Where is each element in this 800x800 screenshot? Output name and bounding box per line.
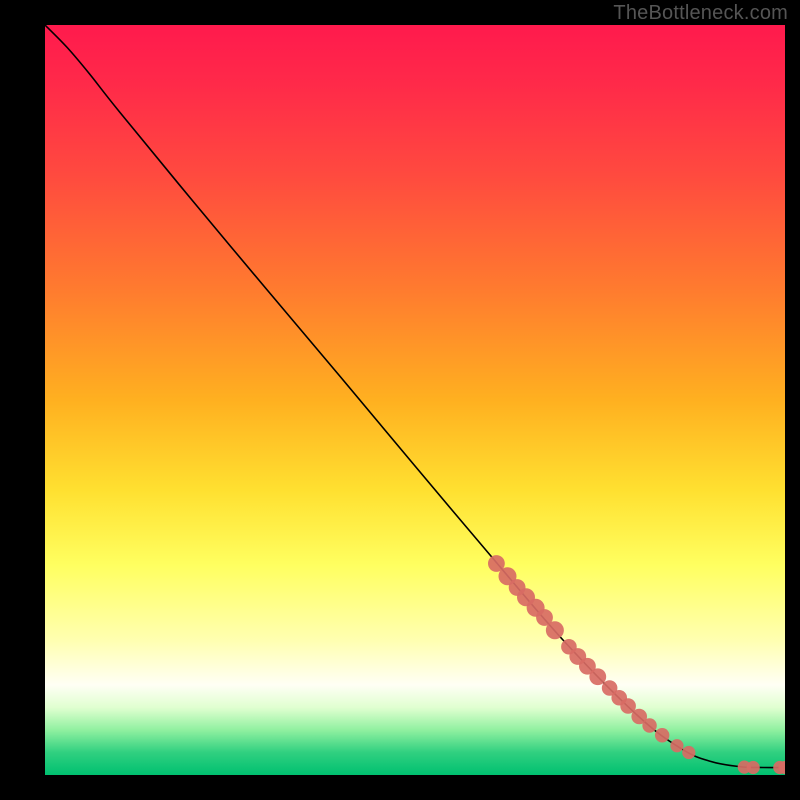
data-dot [655, 728, 669, 742]
chart-svg [45, 25, 785, 775]
chart-frame: TheBottleneck.com [0, 0, 800, 800]
data-dot [589, 668, 606, 685]
data-dot [642, 718, 656, 732]
plot-area [45, 25, 785, 775]
data-dot [670, 739, 683, 752]
gradient-background [45, 25, 785, 775]
watermark-text: TheBottleneck.com [613, 2, 788, 25]
data-dot [682, 746, 695, 759]
data-dot [747, 761, 760, 774]
data-dot [546, 621, 564, 639]
